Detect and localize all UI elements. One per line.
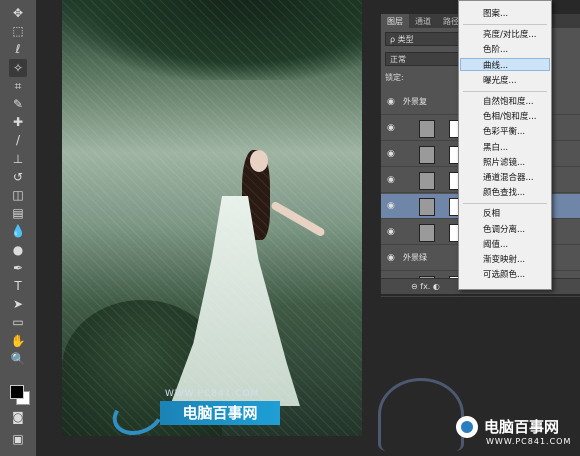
- corner-watermark-url: WWW.PC841.COM: [486, 437, 572, 446]
- wedding-dress: [170, 196, 300, 406]
- layer-group-name: 外景绿: [403, 253, 427, 262]
- bride-head: [250, 150, 268, 172]
- menu-item[interactable]: 渐变映射...: [483, 253, 525, 265]
- menu-item[interactable]: 色相/饱和度...: [483, 110, 536, 122]
- gradient-tool-icon[interactable]: ▤: [9, 204, 27, 222]
- layer-group-name: 外景复: [403, 97, 427, 106]
- layer-filter-select[interactable]: ρ 类型: [385, 32, 459, 46]
- menu-item[interactable]: 色彩平衡...: [483, 125, 525, 137]
- menu-item[interactable]: 黑白...: [483, 141, 508, 153]
- move-tool-icon[interactable]: ✥: [9, 4, 27, 22]
- watermark-logo-icon: [456, 416, 478, 438]
- menu-item[interactable]: 曝光度...: [483, 74, 517, 86]
- lasso-tool-icon[interactable]: ℓ: [9, 40, 27, 58]
- healing-brush-tool-icon[interactable]: ✚: [9, 113, 27, 131]
- adjustment-thumbnail-icon: [419, 120, 435, 138]
- visibility-eye-icon[interactable]: ◉: [387, 97, 395, 107]
- eraser-tool-icon[interactable]: ◫: [9, 186, 27, 204]
- history-brush-tool-icon[interactable]: ↺: [9, 168, 27, 186]
- menu-item[interactable]: 可选颜色...: [483, 268, 525, 280]
- watermark-logo-inner: [461, 421, 473, 433]
- layer-thumbnail-icon: [419, 224, 435, 242]
- eyedropper-tool-icon[interactable]: ✎: [9, 95, 27, 113]
- watermark-wings-graphic: [378, 378, 464, 451]
- type-tool-icon[interactable]: T: [9, 277, 27, 295]
- menu-item[interactable]: 亮度/对比度...: [483, 28, 536, 40]
- watermark-text: 电脑百事网: [182, 404, 258, 422]
- marquee-tool-icon[interactable]: ⬚: [9, 22, 27, 40]
- screen-mode-icon[interactable]: ▣: [9, 430, 27, 448]
- menu-item[interactable]: 自然饱和度...: [483, 95, 534, 107]
- magic-wand-tool-icon[interactable]: ✧: [9, 58, 27, 77]
- menu-item[interactable]: 阈值...: [483, 238, 508, 250]
- tab-channels[interactable]: 通道: [409, 14, 437, 28]
- menu-separator: [463, 91, 547, 92]
- blur-tool-icon[interactable]: 💧: [9, 222, 27, 240]
- corner-watermark: 电脑百事网 WWW.PC841.COM: [368, 376, 580, 456]
- menu-item[interactable]: 色阶...: [483, 43, 508, 55]
- pen-tool-icon[interactable]: ✒: [9, 259, 27, 277]
- clone-stamp-tool-icon[interactable]: ⊥: [9, 150, 27, 168]
- visibility-eye-icon[interactable]: ◉: [387, 253, 395, 263]
- visibility-eye-icon[interactable]: ◉: [387, 227, 395, 237]
- blend-mode-select[interactable]: 正常: [385, 52, 459, 66]
- shape-tool-icon[interactable]: ▭: [9, 313, 27, 331]
- visibility-eye-icon[interactable]: ◉: [387, 149, 395, 159]
- menu-separator: [463, 203, 547, 205]
- watermark-url: WWW.PC841.COM: [165, 389, 260, 399]
- quick-mask-icon[interactable]: ◙: [9, 408, 27, 426]
- path-selection-tool-icon[interactable]: ➤: [9, 295, 27, 313]
- visibility-eye-icon[interactable]: ◉: [387, 175, 395, 185]
- wedding-photo[interactable]: WWW.PC841.COM 电脑百事网: [62, 0, 362, 436]
- menu-item[interactable]: 反相: [483, 207, 500, 219]
- curves-thumbnail-icon: [419, 172, 435, 190]
- curves-thumbnail-icon: [419, 146, 435, 164]
- menu-item[interactable]: 曲线...: [483, 59, 508, 71]
- hand-tool-icon[interactable]: ✋: [9, 332, 27, 350]
- zoom-tool-icon[interactable]: 🔍: [9, 350, 27, 368]
- menu-item[interactable]: 照片滤镜...: [483, 156, 525, 168]
- balance-thumbnail-icon: [419, 198, 435, 216]
- menu-item[interactable]: 颜色查找...: [483, 186, 525, 198]
- menu-item[interactable]: 色调分离...: [483, 223, 525, 235]
- bride-arm: [270, 200, 326, 238]
- crop-tool-icon[interactable]: ⌗: [9, 77, 27, 95]
- menu-item[interactable]: 图案...: [483, 7, 508, 19]
- foreground-color-swatch[interactable]: [10, 385, 24, 399]
- brush-tool-icon[interactable]: /: [9, 131, 27, 149]
- menu-item[interactable]: 通道混合器...: [483, 171, 534, 183]
- tools-panel: ✥ ⬚ ℓ ✧ ⌗ ✎ ✚ / ⊥ ↺ ◫ ▤ 💧 ● ✒ T ➤ ▭ ✋ 🔍 ◙ ▣: [0, 0, 37, 456]
- corner-watermark-title: 电脑百事网: [484, 418, 560, 436]
- tree-canopy: [62, 0, 362, 80]
- document-canvas-area[interactable]: WWW.PC841.COM 电脑百事网: [37, 0, 380, 456]
- dodge-tool-icon[interactable]: ●: [9, 241, 27, 259]
- visibility-eye-icon[interactable]: ◉: [387, 201, 395, 211]
- adjustment-layer-menu: 图案... 亮度/对比度... 色阶... 曲线... 曝光度... 自然饱和度... 色相…: [458, 0, 552, 290]
- lock-label: 锁定:: [385, 73, 404, 82]
- tab-layers[interactable]: 图层: [381, 14, 409, 28]
- menu-separator: [463, 24, 547, 26]
- visibility-eye-icon[interactable]: ◉: [387, 123, 395, 133]
